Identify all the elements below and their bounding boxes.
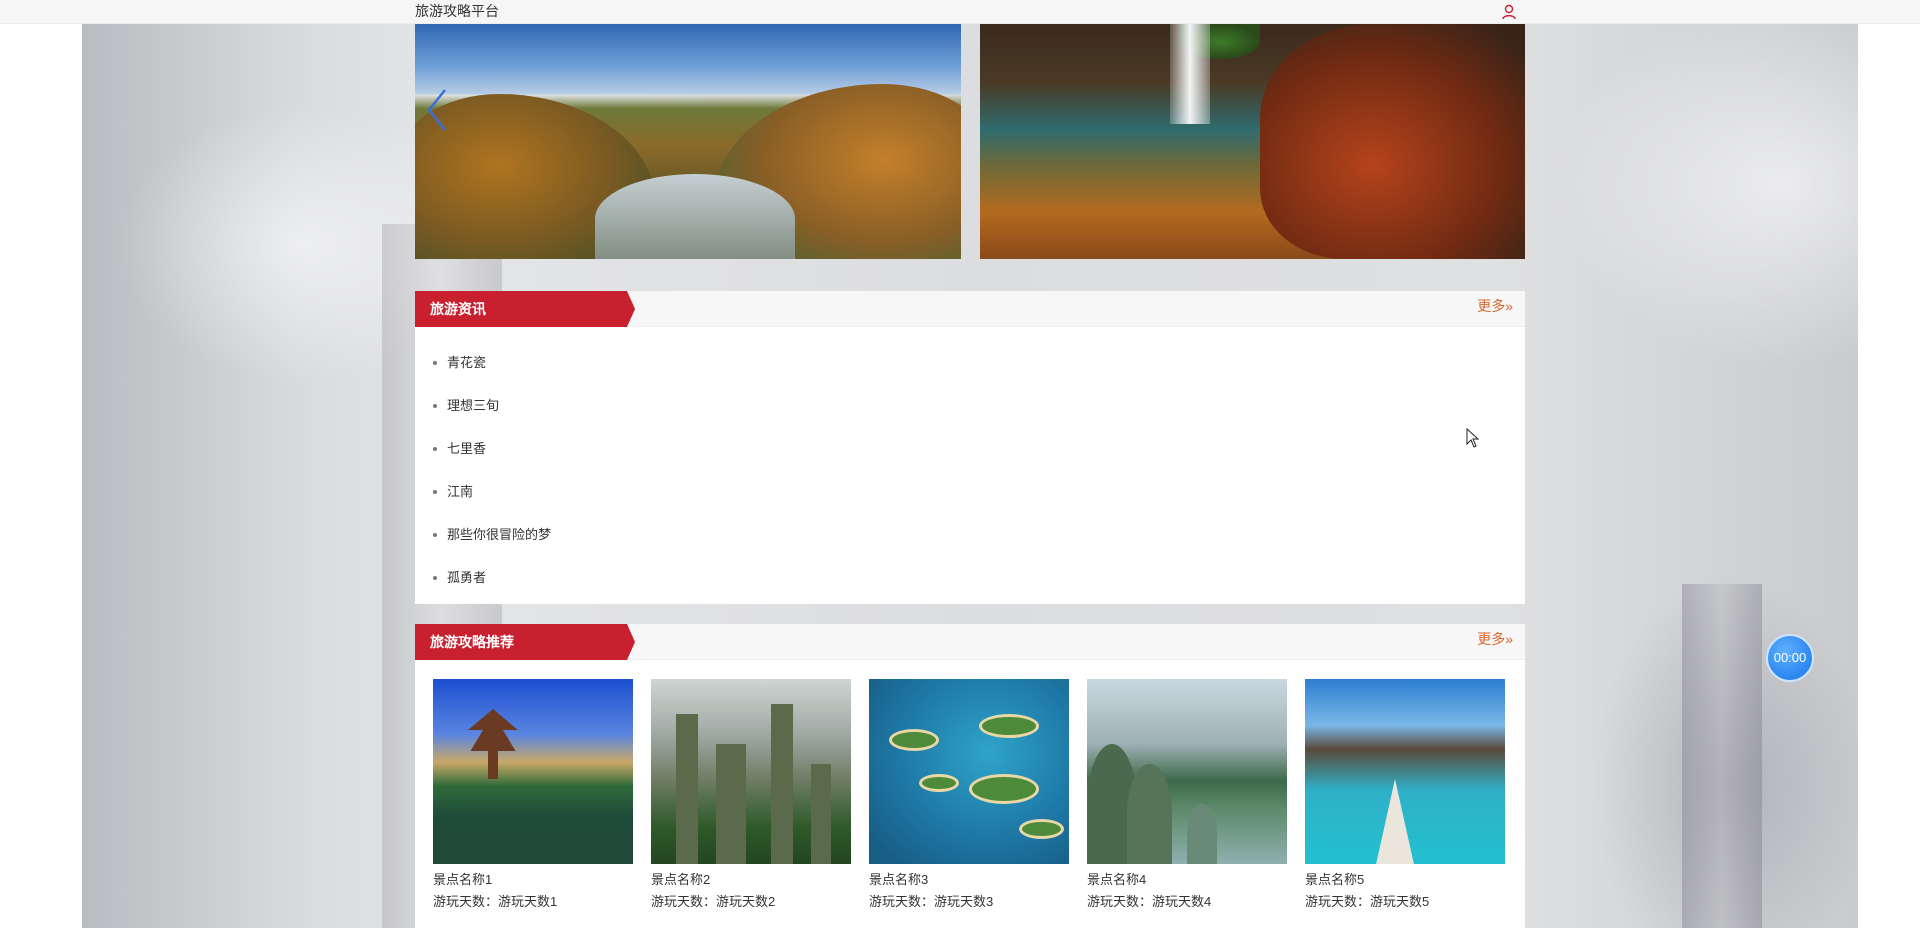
user-icon[interactable] bbox=[1500, 3, 1518, 21]
guide-section: 旅游攻略推荐 更多» 景点名称1 游玩天数：游玩天数1 景点名称2 游玩天数：游… bbox=[415, 624, 1525, 928]
image-island bbox=[919, 774, 959, 792]
image-pagoda bbox=[468, 709, 518, 779]
news-item[interactable]: 江南 bbox=[433, 470, 1525, 513]
guide-section-header: 旅游攻略推荐 更多» bbox=[415, 624, 1525, 660]
double-chevron-right-icon: » bbox=[1505, 631, 1513, 647]
news-item[interactable]: 七里香 bbox=[433, 427, 1525, 470]
image-peak bbox=[811, 764, 831, 864]
news-item[interactable]: 那些你很冒险的梦 bbox=[433, 513, 1525, 556]
guide-card-image[interactable] bbox=[869, 679, 1069, 864]
chevron-left-icon[interactable] bbox=[425, 86, 449, 134]
background-pillar-right bbox=[1682, 584, 1762, 928]
guide-card-name: 景点名称3 bbox=[869, 872, 929, 887]
carousel-slide-waterfall[interactable] bbox=[980, 24, 1525, 259]
site-title: 旅游攻略平台 bbox=[415, 3, 499, 19]
guide-card-days: 游玩天数：游玩天数4 bbox=[1087, 894, 1212, 909]
image-peak bbox=[676, 714, 698, 864]
guide-card[interactable]: 景点名称1 游玩天数：游玩天数1 bbox=[433, 679, 633, 919]
slide-waterfall bbox=[1170, 24, 1210, 124]
guide-card-days: 游玩天数：游玩天数1 bbox=[433, 894, 558, 909]
guide-card-image[interactable] bbox=[1305, 679, 1505, 864]
image-island bbox=[969, 774, 1039, 804]
guide-card-days: 游玩天数：游玩天数5 bbox=[1305, 894, 1430, 909]
guide-card[interactable]: 景点名称3 游玩天数：游玩天数3 bbox=[869, 679, 1069, 919]
guide-card-days: 游玩天数：游玩天数3 bbox=[869, 894, 994, 909]
news-item[interactable]: 孤勇者 bbox=[433, 556, 1525, 599]
guide-card-name: 景点名称1 bbox=[433, 872, 493, 887]
top-bar: 旅游攻略平台 bbox=[0, 0, 1920, 24]
guide-more-link[interactable]: 更多» bbox=[1477, 629, 1513, 649]
news-item[interactable]: 青花瓷 bbox=[433, 341, 1525, 384]
slide-river bbox=[595, 174, 795, 259]
guide-card-list: 景点名称1 游玩天数：游玩天数1 景点名称2 游玩天数：游玩天数2 景点名称3 … bbox=[433, 679, 1513, 919]
guide-more-label: 更多 bbox=[1477, 631, 1506, 647]
image-peak bbox=[771, 704, 793, 864]
guide-card-image[interactable] bbox=[651, 679, 851, 864]
image-island bbox=[979, 714, 1039, 738]
image-peak bbox=[716, 744, 746, 864]
news-list: 青花瓷 理想三旬 七里香 江南 那些你很冒险的梦 孤勇者 bbox=[415, 327, 1525, 599]
guide-card-image[interactable] bbox=[433, 679, 633, 864]
guide-card-name: 景点名称5 bbox=[1305, 872, 1365, 887]
slide-red-rock bbox=[1260, 24, 1525, 259]
news-item[interactable]: 理想三旬 bbox=[433, 384, 1525, 427]
guide-card[interactable]: 景点名称2 游玩天数：游玩天数2 bbox=[651, 679, 851, 919]
news-more-link[interactable]: 更多» bbox=[1477, 296, 1513, 316]
double-chevron-right-icon: » bbox=[1505, 298, 1513, 314]
guide-card[interactable]: 景点名称4 游玩天数：游玩天数4 bbox=[1087, 679, 1287, 919]
guide-card-name: 景点名称4 bbox=[1087, 872, 1147, 887]
carousel-slide-autumn-valley[interactable] bbox=[415, 24, 961, 259]
guide-section-title: 旅游攻略推荐 bbox=[415, 624, 635, 660]
image-karst-peak bbox=[1127, 764, 1172, 864]
news-section-header: 旅游资讯 更多» bbox=[415, 291, 1525, 327]
banner-carousel[interactable] bbox=[415, 24, 1525, 259]
guide-card-image[interactable] bbox=[1087, 679, 1287, 864]
image-boat bbox=[1375, 779, 1415, 864]
guide-card-name: 景点名称2 bbox=[651, 872, 711, 887]
news-section-title: 旅游资讯 bbox=[415, 291, 635, 327]
timer-badge[interactable]: 00:00 bbox=[1766, 634, 1814, 682]
news-section: 旅游资讯 更多» 青花瓷 理想三旬 七里香 江南 那些你很冒险的梦 孤勇者 bbox=[415, 291, 1525, 604]
image-karst-peak bbox=[1187, 804, 1217, 864]
news-more-label: 更多 bbox=[1477, 298, 1506, 314]
mouse-cursor-icon bbox=[1466, 428, 1480, 448]
image-island bbox=[889, 729, 939, 751]
guide-card-days: 游玩天数：游玩天数2 bbox=[651, 894, 776, 909]
guide-card[interactable]: 景点名称5 游玩天数：游玩天数5 bbox=[1305, 679, 1505, 919]
image-island bbox=[1019, 819, 1064, 839]
